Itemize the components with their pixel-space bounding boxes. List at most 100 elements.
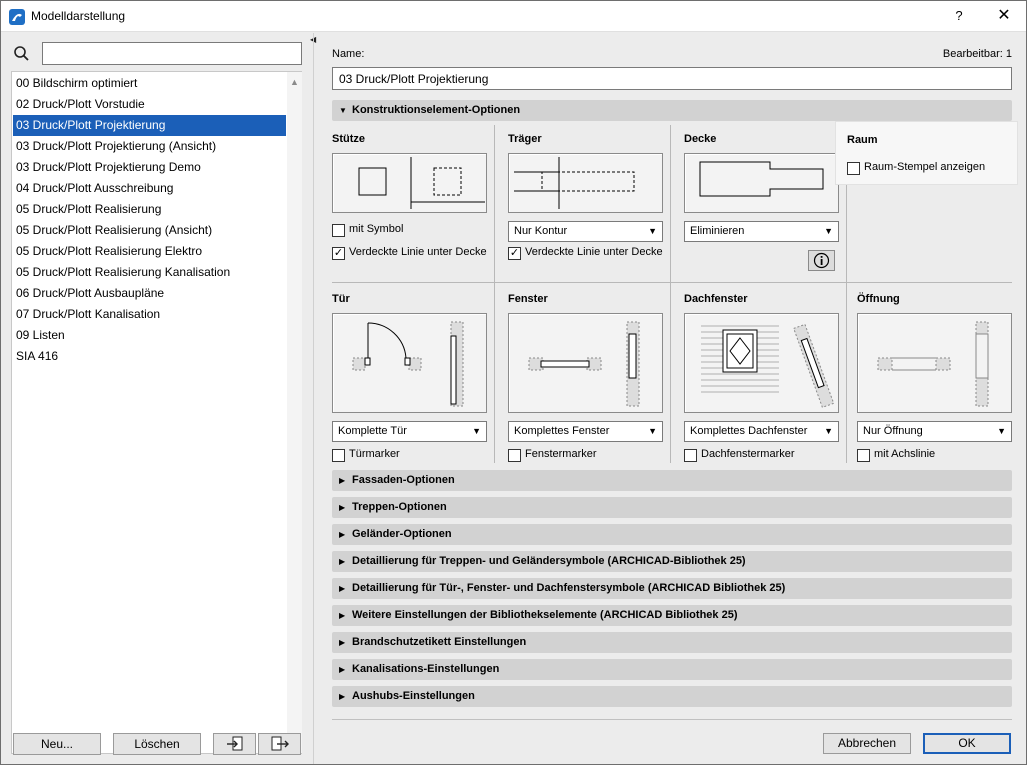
- info-icon: [813, 252, 830, 269]
- list-scrollbar[interactable]: ▲ ▼: [287, 72, 302, 753]
- section-excavation-settings[interactable]: ▶ Aushubs-Einstellungen: [332, 686, 1012, 707]
- door-preview[interactable]: [332, 313, 487, 413]
- chevron-down-icon: ▼: [648, 226, 657, 236]
- new-button[interactable]: Neu...: [13, 733, 101, 755]
- window-preview[interactable]: [508, 313, 663, 413]
- zone-title: Raum: [847, 134, 878, 146]
- section-fire-label[interactable]: ▶ Brandschutzetikett Einstellungen: [332, 632, 1012, 653]
- list-item[interactable]: 07 Druck/Plott Kanalisation: [13, 304, 286, 325]
- column-preview[interactable]: [332, 153, 487, 213]
- preset-list: 00 Bildschirm optimiert 02 Druck/Plott V…: [11, 71, 302, 754]
- section-sewer-settings[interactable]: ▶ Kanalisations-Einstellungen: [332, 659, 1012, 680]
- section-door-window-detail[interactable]: ▶ Detaillierung für Tür-, Fenster- und D…: [332, 578, 1012, 599]
- divider: [332, 282, 1012, 283]
- checkbox[interactable]: [332, 449, 345, 462]
- search-input[interactable]: [42, 42, 302, 65]
- chevron-down-icon: ▼: [824, 226, 833, 236]
- editable-count: Bearbeitbar: 1: [942, 48, 1012, 60]
- section-label: Brandschutzetikett Einstellungen: [352, 636, 527, 648]
- skylight-display-select[interactable]: Komplettes Dachfenster ▼: [684, 421, 839, 442]
- checkbox-checked[interactable]: ✓: [332, 247, 345, 260]
- list-item[interactable]: 00 Bildschirm optimiert: [13, 73, 286, 94]
- export-button[interactable]: [258, 733, 301, 755]
- checkbox[interactable]: [332, 224, 345, 237]
- door-title: Tür: [332, 293, 350, 305]
- footer-divider: [332, 719, 1012, 720]
- name-label: Name:: [332, 48, 365, 60]
- column-title: Stütze: [332, 133, 365, 145]
- slab-display-select[interactable]: Eliminieren ▼: [684, 221, 839, 242]
- section-label: Aushubs-Einstellungen: [352, 690, 475, 702]
- list-item[interactable]: 02 Druck/Plott Vorstudie: [13, 94, 286, 115]
- window-title: Modelldarstellung: [31, 9, 126, 23]
- beam-display-select[interactable]: Nur Kontur ▼: [508, 221, 663, 242]
- section-stair-options[interactable]: ▶ Treppen-Optionen: [332, 497, 1012, 518]
- checkbox[interactable]: [847, 162, 860, 175]
- checkbox[interactable]: [857, 449, 870, 462]
- skylight-title: Dachfenster: [684, 293, 748, 305]
- checkbox-checked[interactable]: ✓: [508, 247, 521, 260]
- delete-button[interactable]: Löschen: [113, 733, 201, 755]
- search-icon[interactable]: [13, 45, 31, 63]
- beam-title: Träger: [508, 133, 542, 145]
- checkbox-label: Fenstermarker: [525, 448, 597, 460]
- archicad-app-icon: [9, 9, 25, 25]
- checkbox[interactable]: [684, 449, 697, 462]
- list-item[interactable]: 06 Druck/Plott Ausbaupläne: [13, 283, 286, 304]
- section-label: Detaillierung für Tür-, Fenster- und Dac…: [352, 582, 786, 594]
- list-item[interactable]: 05 Druck/Plott Realisierung Elektro: [13, 241, 286, 262]
- favorites-panel: 00 Bildschirm optimiert 02 Druck/Plott V…: [1, 33, 312, 764]
- expanded-arrow-icon: ▼: [339, 106, 347, 115]
- collapsed-arrow-icon: ▶: [339, 503, 346, 512]
- cancel-button[interactable]: Abbrechen: [823, 733, 911, 754]
- dialog-window: Modelldarstellung ? ✕ 00 Bildschirm opti…: [0, 0, 1027, 765]
- list-item[interactable]: 03 Druck/Plott Projektierung (Ansicht): [13, 136, 286, 157]
- section-railing-options[interactable]: ▶ Geländer-Optionen: [332, 524, 1012, 545]
- list-item[interactable]: SIA 416: [13, 346, 286, 367]
- list-item-selected[interactable]: 03 Druck/Plott Projektierung: [13, 115, 286, 136]
- opening-symbol-icon: [877, 321, 989, 407]
- select-value: Nur Öffnung: [863, 425, 923, 437]
- section-facade-options[interactable]: ▶ Fassaden-Optionen: [332, 470, 1012, 491]
- select-value: Eliminieren: [690, 225, 745, 237]
- collapsed-arrow-icon: ▶: [339, 638, 346, 647]
- info-button[interactable]: [808, 250, 835, 271]
- slab-title: Decke: [684, 133, 717, 145]
- name-field[interactable]: [332, 67, 1012, 90]
- beam-preview[interactable]: [508, 153, 663, 213]
- skylight-preview[interactable]: [684, 313, 839, 413]
- scroll-up-icon[interactable]: ▲: [287, 74, 302, 90]
- window-title-label: Fenster: [508, 293, 548, 305]
- checkbox[interactable]: [508, 449, 521, 462]
- panel-splitter[interactable]: [313, 33, 314, 764]
- window-display-select[interactable]: Komplettes Fenster ▼: [508, 421, 663, 442]
- list-item[interactable]: 04 Druck/Plott Ausschreibung: [13, 178, 286, 199]
- select-value: Komplettes Fenster: [514, 425, 610, 437]
- opening-display-select[interactable]: Nur Öffnung ▼: [857, 421, 1012, 442]
- close-button[interactable]: ✕: [989, 5, 1019, 27]
- section-label: Geländer-Optionen: [352, 528, 452, 540]
- door-display-select[interactable]: Komplette Tür ▼: [332, 421, 487, 442]
- chevron-down-icon: ▼: [472, 426, 481, 436]
- checkbox-label: Türmarker: [349, 448, 400, 460]
- opening-preview[interactable]: [857, 313, 1012, 413]
- list-item[interactable]: 09 Listen: [13, 325, 286, 346]
- list-item[interactable]: 03 Druck/Plott Projektierung Demo: [13, 157, 286, 178]
- import-button[interactable]: [213, 733, 256, 755]
- door-symbol-icon: [352, 321, 464, 407]
- section-construction-options[interactable]: ▼ Konstruktionselement-Optionen: [332, 100, 1012, 121]
- collapsed-arrow-icon: ▶: [339, 692, 346, 701]
- slab-preview[interactable]: [684, 153, 839, 213]
- ok-button[interactable]: OK: [923, 733, 1011, 754]
- column-symbol-icon: [358, 157, 485, 209]
- checkbox-label: Verdeckte Linie unter Decke: [525, 246, 663, 258]
- collapsed-arrow-icon: ▶: [339, 476, 346, 485]
- collapsed-arrow-icon: ▶: [339, 557, 346, 566]
- list-item[interactable]: 05 Druck/Plott Realisierung Kanalisation: [13, 262, 286, 283]
- list-item[interactable]: 05 Druck/Plott Realisierung: [13, 199, 286, 220]
- opening-title: Öffnung: [857, 293, 900, 305]
- section-library-settings[interactable]: ▶ Weitere Einstellungen der Bibliothekse…: [332, 605, 1012, 626]
- section-stair-railing-detail[interactable]: ▶ Detaillierung für Treppen- und Gelände…: [332, 551, 1012, 572]
- list-item[interactable]: 05 Druck/Plott Realisierung (Ansicht): [13, 220, 286, 241]
- help-button[interactable]: ?: [945, 5, 973, 27]
